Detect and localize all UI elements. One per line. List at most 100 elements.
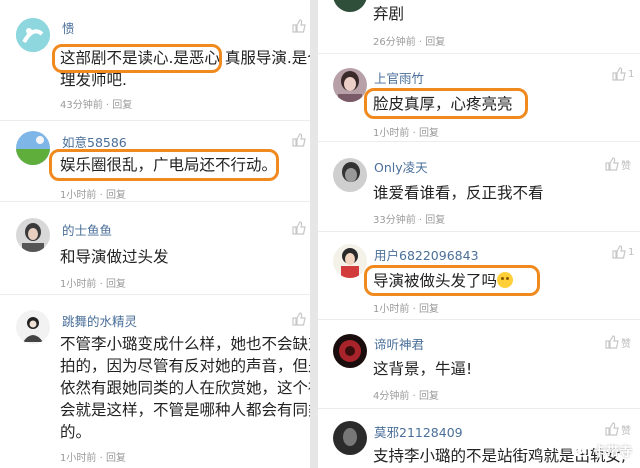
avatar-image (333, 334, 367, 368)
like-icon[interactable]: 赞 (605, 334, 637, 350)
username[interactable]: 莫邪21128409 (374, 422, 463, 441)
comment-text: 谁爱看谁看，反正我不看 (373, 184, 544, 202)
like-icon[interactable] (292, 132, 310, 148)
avatar-image (16, 310, 50, 344)
comment-meta: 26分钟前 · 回复 (373, 33, 445, 48)
separator: · (412, 128, 416, 139)
like-count: 1 (628, 246, 635, 258)
reply-link[interactable]: 回复 (419, 304, 439, 315)
comment-text-cont: 拍的，因为尽管有反对她的声音，但是 (60, 357, 310, 375)
comment-item: 用户6822096843 1 导演被做头发了吗 1小时前 · 回复 (318, 232, 640, 318)
avatar-image (16, 18, 50, 52)
separator: · (99, 279, 103, 290)
username[interactable]: 谛听神君 (374, 334, 424, 353)
wechat-icon (571, 444, 587, 457)
username[interactable]: 愦 (62, 18, 75, 37)
username[interactable]: 上官雨竹 (374, 68, 424, 87)
avatar[interactable] (333, 334, 367, 368)
timestamp: 43分钟前 (60, 100, 103, 111)
comment-text: 和导演做过头发 (60, 248, 169, 266)
like-icon[interactable] (292, 220, 310, 236)
comment-meta: 43分钟前 · 回复 (60, 96, 132, 111)
username[interactable]: 用户6822096843 (374, 245, 479, 264)
comment-meta: 1小时前 · 回复 (60, 186, 126, 201)
reply-link[interactable]: 回复 (425, 215, 445, 226)
like-icon[interactable]: 赞 (605, 156, 637, 172)
comment-text: 这背景，牛逼! (373, 360, 473, 378)
comment-meta: 33分钟前 · 回复 (373, 211, 445, 226)
like-count: 1 (628, 68, 635, 80)
like-icon[interactable]: 1 (612, 244, 638, 260)
reply-link[interactable]: 回复 (106, 190, 126, 201)
avatar[interactable] (333, 0, 367, 12)
comment-text-cont: 的。 (60, 423, 92, 441)
separator: · (412, 304, 416, 315)
watermark-text: 卡带寺 (592, 445, 632, 460)
comment-item: 愦 这部剧不是读心.是恶心 真服导演.是个 理发师吧. 43分钟前 · 回复 (0, 0, 310, 118)
timestamp: 1小时前 (373, 128, 410, 139)
username[interactable]: 跳舞的水精灵 (62, 311, 137, 330)
separator: · (418, 37, 423, 48)
comment-text: 不管李小璐变成什么样，她也不会缺对 (60, 335, 310, 353)
avatar[interactable] (16, 218, 50, 252)
reply-link[interactable]: 回复 (419, 128, 439, 139)
left-comment-panel: 愦 这部剧不是读心.是恶心 真服导演.是个 理发师吧. 43分钟前 · 回复 如… (0, 0, 310, 468)
avatar-image (333, 0, 367, 12)
highlight-box (364, 265, 540, 296)
like-icon[interactable] (292, 311, 310, 327)
timestamp: 26分钟前 (373, 37, 416, 48)
right-comment-panel: 弃剧 26分钟前 · 回复 上官雨竹 1 脸皮真厚，心疼亮亮 1小时前 · 回复… (318, 0, 640, 468)
highlight-box (364, 88, 528, 119)
reply-link[interactable]: 回复 (106, 279, 126, 290)
comment-item: 谛听神君 赞 这背景，牛逼! 4分钟前 · 回复 (318, 320, 640, 408)
comment-text-cont: 会就是这样，不管是哪种人都会有同类 (60, 401, 310, 419)
like-label: 赞 (621, 338, 631, 350)
like-label: 赞 (621, 425, 631, 437)
comment-item: Only凌天 赞 谁爱看谁看，反正我不看 33分钟前 · 回复 (318, 142, 640, 230)
avatar-image (333, 244, 367, 278)
comment-item: 如意58586 娱乐圈很乱，广电局还不行动。 1小时前 · 回复 (0, 121, 310, 201)
reply-link[interactable]: 回复 (419, 391, 439, 402)
avatar-image (16, 131, 50, 165)
username[interactable]: 的士鱼鱼 (62, 220, 112, 239)
separator: · (99, 453, 103, 464)
timestamp: 1小时前 (60, 453, 97, 464)
comment-text-cont: 依然有跟她同类的人在欣赏她，这个社 (60, 379, 310, 397)
comment-meta: 1小时前 · 回复 (373, 300, 439, 315)
watermark: 卡带寺 (571, 441, 632, 460)
avatar[interactable] (333, 421, 367, 455)
separator: · (412, 391, 416, 402)
comment-text: 弃剧 (373, 5, 405, 23)
highlight-box (49, 149, 279, 181)
comment-meta: 1小时前 · 回复 (60, 449, 126, 464)
comment-item: 弃剧 26分钟前 · 回复 (318, 0, 640, 52)
reply-link[interactable]: 回复 (106, 453, 126, 464)
avatar[interactable] (333, 244, 367, 278)
avatar[interactable] (16, 310, 50, 344)
comment-meta: 1小时前 · 回复 (373, 124, 439, 139)
highlight-box (52, 44, 222, 73)
like-icon[interactable]: 1 (612, 66, 638, 82)
avatar-image (333, 68, 367, 102)
avatar-image (333, 421, 367, 455)
timestamp: 4分钟前 (373, 391, 410, 402)
comment-item: 上官雨竹 1 脸皮真厚，心疼亮亮 1小时前 · 回复 (318, 54, 640, 140)
avatar[interactable] (333, 158, 367, 192)
timestamp: 1小时前 (373, 304, 410, 315)
reply-link[interactable]: 回复 (425, 37, 445, 48)
timestamp: 1小时前 (60, 190, 97, 201)
comment-item: 的士鱼鱼 和导演做过头发 1小时前 · 回复 (0, 202, 310, 292)
timestamp: 1小时前 (60, 279, 97, 290)
like-icon[interactable] (292, 18, 310, 34)
comment-meta: 1小时前 · 回复 (60, 275, 126, 290)
reply-link[interactable]: 回复 (112, 100, 132, 111)
avatar[interactable] (16, 18, 50, 52)
separator: · (105, 100, 110, 111)
avatar[interactable] (16, 131, 50, 165)
username[interactable]: Only凌天 (374, 157, 428, 176)
avatar-image (16, 218, 50, 252)
like-icon[interactable]: 赞 (605, 421, 637, 437)
separator: · (99, 190, 103, 201)
panel-divider (310, 0, 318, 468)
avatar[interactable] (333, 68, 367, 102)
